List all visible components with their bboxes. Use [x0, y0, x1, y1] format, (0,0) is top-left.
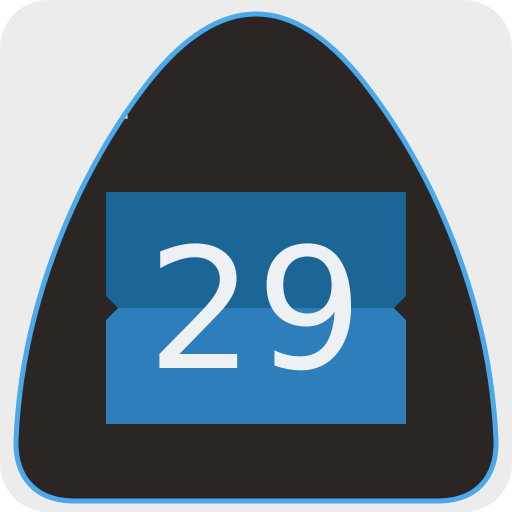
calendar-app-icon[interactable]: 29 [0, 0, 512, 512]
calendar-day-number: 29 [147, 212, 365, 408]
